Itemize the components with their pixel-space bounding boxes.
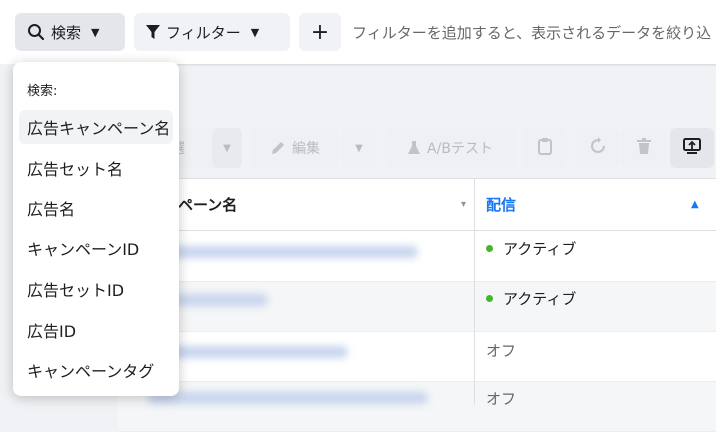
plus-icon: + [310,19,330,45]
delete-button[interactable] [622,128,666,168]
dropdown-item-campaign-tag[interactable]: キャンペーンタグ [19,353,173,387]
flask-icon [407,140,421,156]
delivery-status: アクティブ [486,238,576,259]
funnel-icon [146,24,160,40]
blurred-campaign-name [148,392,428,404]
edit-button-label: 編集 [292,141,320,157]
dropdown-item-campaign-name[interactable]: 広告キャンペーン名 [19,110,173,144]
duplicate-dropdown-button[interactable]: ▼ [212,128,242,168]
pencil-icon [270,140,286,156]
table-row[interactable]: アクティブ [118,232,716,282]
delivery-status-label: オフ [486,390,517,408]
search-button[interactable]: 検索 ▼ [15,13,125,51]
dropdown-item-adset-name[interactable]: 広告セット名 [19,151,173,185]
dropdown-item-adset-id[interactable]: 広告セットID [19,272,173,306]
refresh-button[interactable] [576,128,620,168]
active-status-dot-icon [486,245,493,252]
delivery-status-label: オフ [486,342,517,360]
caret-down-icon: ▼ [355,142,363,154]
campaign-table: ペーン名 ▾ 配信 ▲ アクティブ アクティブ オフ オフ [118,178,716,432]
table-row[interactable]: オフ [118,332,716,382]
search-icon [27,23,45,41]
table-row[interactable]: アクティブ [118,282,716,332]
refresh-icon [589,137,607,159]
delivery-status: オフ [486,388,516,409]
edit-dropdown-button[interactable]: ▼ [342,128,376,168]
filter-button[interactable]: フィルター ▼ [134,13,290,51]
column-header-name-label: ペーン名 [178,196,238,214]
clipboard-icon [538,137,552,159]
caret-down-icon: ▼ [223,142,231,154]
caret-down-icon: ▼ [91,25,100,39]
ab-test-button[interactable]: A/Bテスト [385,128,515,168]
dropdown-item-campaign-id[interactable]: キャンペーンID [19,231,173,265]
ab-test-button-label: A/Bテスト [427,141,493,157]
dropdown-title: 検索: [27,84,58,99]
search-button-label: 検索 [51,23,82,42]
filter-bar: 検索 ▼ フィルター ▼ + フィルターを追加すると、表示されるデータを絞り込 [0,0,716,65]
edit-button[interactable]: 編集 [251,128,339,168]
add-filter-button[interactable]: + [299,13,341,51]
search-field-dropdown: 検索: 広告キャンペーン名 広告セット名 広告名 キャンペーンID 広告セットI… [13,62,179,396]
sort-ascending-icon: ▲ [691,199,699,210]
blurred-campaign-name [148,246,418,258]
filter-button-label: フィルター [166,23,241,42]
filter-search-input[interactable]: フィルターを追加すると、表示されるデータを絞り込 [352,22,716,43]
column-header-delivery-label: 配信 [486,196,517,214]
trash-icon [636,137,652,159]
delivery-status: オフ [486,340,516,361]
preview-button[interactable] [670,128,714,168]
delivery-status: アクティブ [486,288,576,309]
active-status-dot-icon [486,295,493,302]
column-header-delivery[interactable]: 配信 ▲ [475,179,716,231]
preview-icon [682,137,702,159]
sort-icon: ▾ [460,199,466,210]
clipboard-button[interactable] [523,128,567,168]
delivery-status-label: アクティブ [503,240,577,258]
column-divider [474,179,475,405]
caret-down-icon: ▼ [250,25,260,39]
dropdown-item-ad-name[interactable]: 広告名 [19,191,173,225]
dropdown-item-ad-id[interactable]: 広告ID [19,313,173,347]
table-row[interactable]: オフ [118,382,716,432]
delivery-status-label: アクティブ [503,290,577,308]
